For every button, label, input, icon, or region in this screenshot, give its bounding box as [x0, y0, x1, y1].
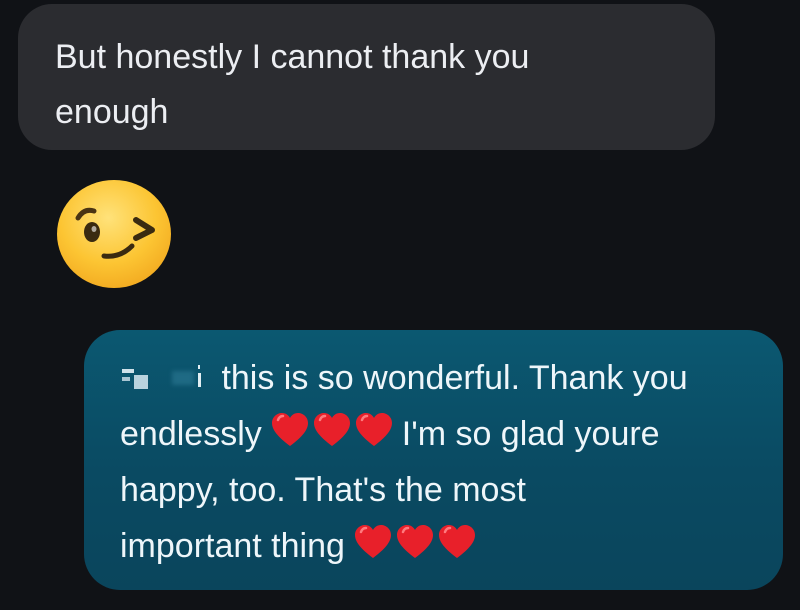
sent-message-text: I'm so glad youre	[401, 415, 660, 453]
red-heart-icon	[354, 525, 391, 558]
sent-message-text: important thing	[120, 527, 345, 565]
red-heart-icon	[355, 413, 392, 446]
sent-message-text: this is so wonderful. Thank you	[212, 359, 688, 397]
red-heart-icon	[313, 413, 350, 446]
received-message-bubble[interactable]: But honestly I cannot thank you enough	[18, 4, 715, 150]
red-heart-icon	[438, 525, 475, 558]
redacted-name-blur	[120, 365, 206, 391]
heart-emoji-group	[270, 406, 396, 462]
sent-message-text: endlessly	[120, 415, 262, 453]
sent-message-bubble[interactable]: this is so wonderful. Thank you endlessl…	[84, 330, 783, 590]
received-message-line: But honestly I cannot thank you	[55, 38, 530, 76]
red-heart-icon	[271, 413, 308, 446]
chat-thread: But honestly I cannot thank you enough t…	[0, 0, 800, 610]
sent-message-line: important thing	[120, 518, 753, 574]
winking-face-emoji-icon[interactable]	[54, 178, 173, 291]
sent-message-line: this is so wonderful. Thank you	[120, 350, 753, 406]
red-heart-icon	[396, 525, 433, 558]
sent-message-line: endlessly I'm so glad youre	[120, 406, 753, 462]
heart-emoji-group	[353, 518, 479, 574]
sent-message-line: happy, too. That's the most	[120, 471, 526, 509]
received-message-line: enough	[55, 93, 169, 131]
